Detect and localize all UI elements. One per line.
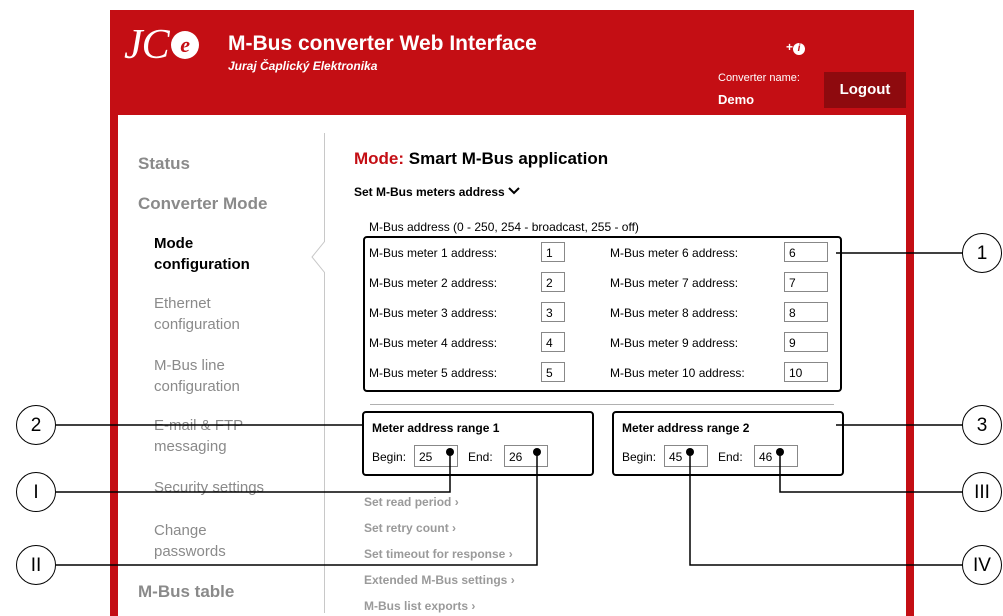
callout-iv: IV	[962, 545, 1002, 585]
callout-dot	[533, 448, 541, 456]
callout-3: 3	[962, 405, 1002, 445]
callout-i: I	[16, 472, 56, 512]
callout-ii: II	[16, 545, 56, 585]
callout-line	[56, 452, 538, 566]
callout-line	[56, 452, 451, 493]
callout-1: 1	[962, 233, 1002, 273]
callout-dot	[686, 448, 694, 456]
callout-dot	[446, 448, 454, 456]
callout-2: 2	[16, 405, 56, 445]
callout-lines	[56, 252, 963, 566]
callout-dot	[776, 448, 784, 456]
callout-iii: III	[962, 472, 1002, 512]
callout-line	[689, 452, 963, 566]
callout-line	[779, 452, 963, 493]
